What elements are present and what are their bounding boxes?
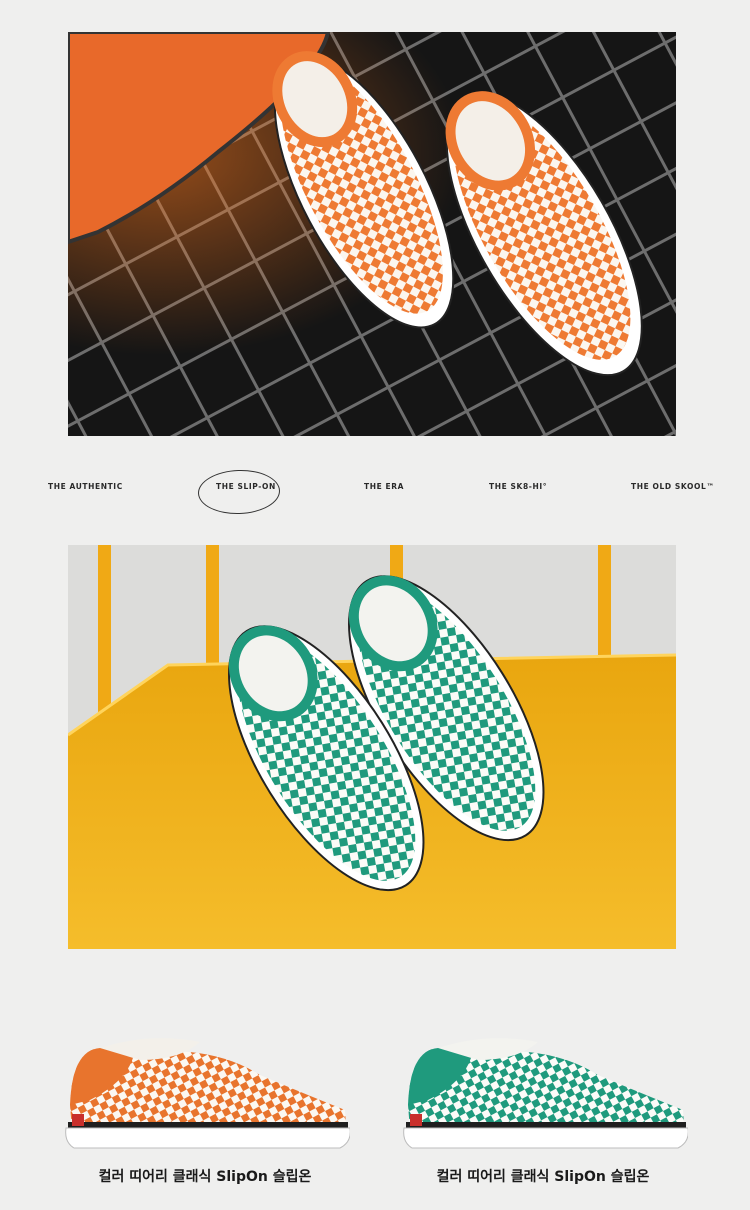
nav-item-old-skool[interactable]: THE OLD SKOOL™	[631, 482, 714, 491]
product-card[interactable]: 컬러 띠어리 클래식 SlipOn 슬립온	[398, 1030, 698, 1200]
product-card[interactable]: 컬러 띠어리 클래식 SlipOn 슬립온	[60, 1030, 360, 1200]
nav-item-authentic[interactable]: THE AUTHENTIC	[48, 482, 123, 491]
nav-item-era[interactable]: THE ERA	[364, 482, 404, 491]
hero-photo-green-slipon	[68, 545, 676, 949]
active-nav-ring	[197, 468, 281, 516]
nav-item-slip-on[interactable]: THE SLIP-ON	[216, 482, 276, 491]
hero-photo-orange-slipon	[68, 32, 676, 436]
nav-item-sk8-hi[interactable]: THE SK8-HI°	[489, 482, 547, 491]
product-name[interactable]: 컬러 띠어리 클래식 SlipOn 슬립온	[398, 1166, 688, 1186]
model-navigation: THE AUTHENTIC THE SLIP-ON THE ERA THE SK…	[0, 462, 750, 518]
product-image-green-slipon	[403, 1038, 688, 1149]
product-name[interactable]: 컬러 띠어리 클래식 SlipOn 슬립온	[60, 1166, 350, 1186]
product-image-orange-slipon	[65, 1038, 350, 1149]
